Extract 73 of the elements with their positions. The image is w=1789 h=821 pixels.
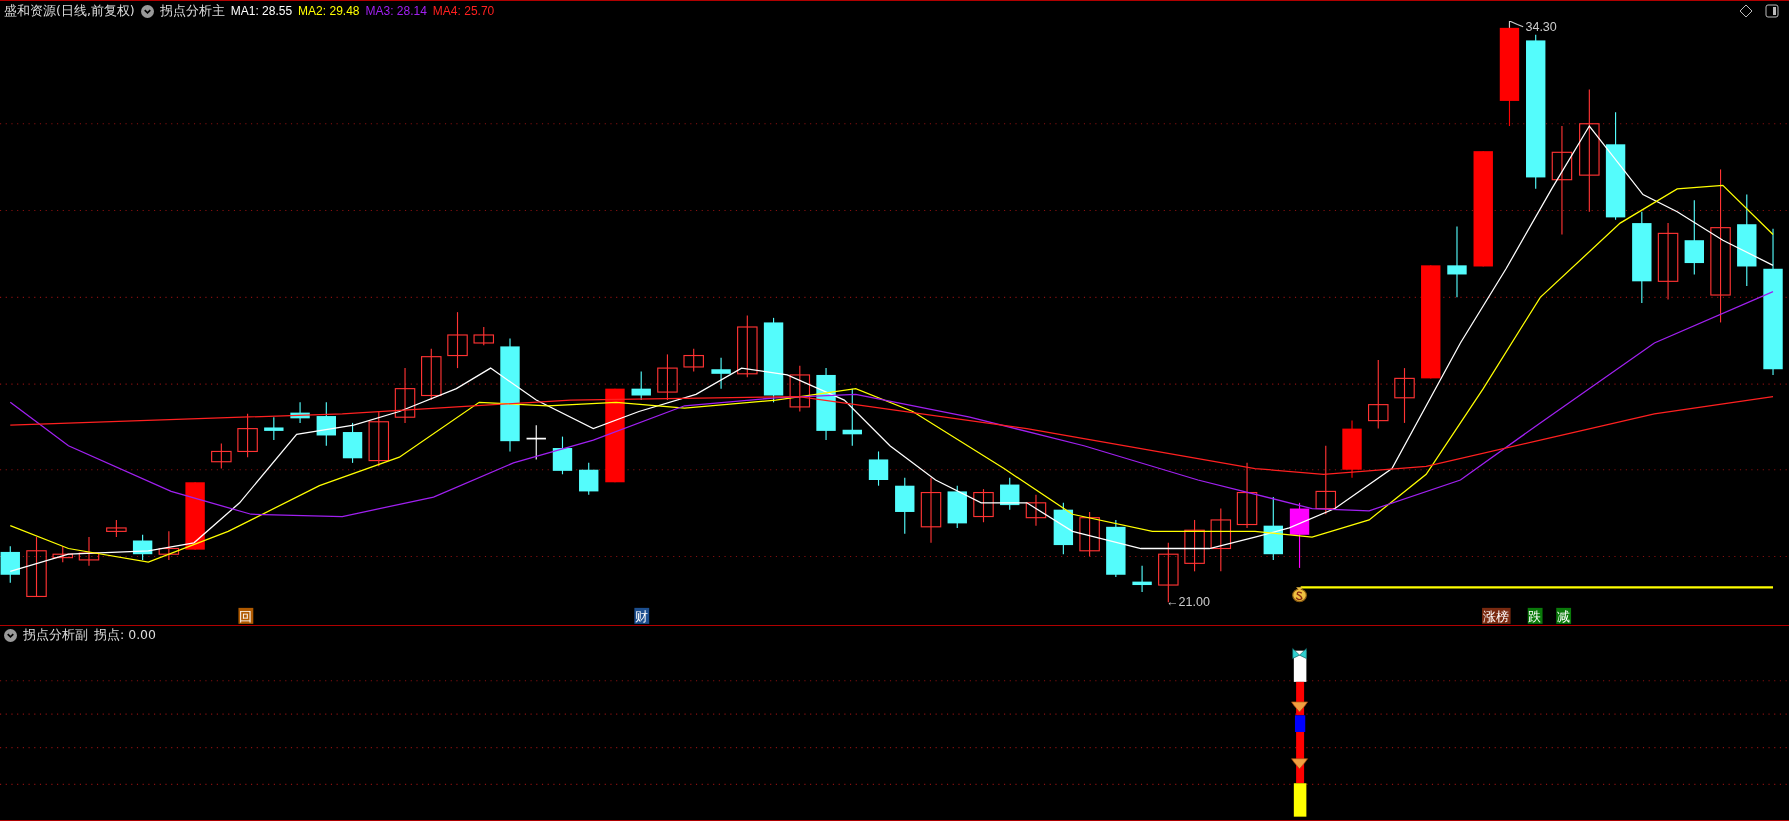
candlestick <box>1184 519 1205 572</box>
candlestick <box>1368 359 1389 430</box>
candlestick <box>1236 462 1258 529</box>
diamond-icon <box>1291 701 1308 713</box>
candlestick <box>421 348 442 401</box>
candlestick <box>789 365 811 413</box>
candlestick <box>447 311 468 369</box>
signal-tag: 回 <box>238 607 254 624</box>
candlestick <box>394 367 416 424</box>
low-price-label: ←21.00 <box>1166 594 1210 609</box>
candlestick <box>1210 507 1232 572</box>
signal-tag: 财 <box>634 607 650 624</box>
candlestick <box>947 485 967 529</box>
candlestick <box>158 530 180 561</box>
candlestick <box>711 357 731 390</box>
signal-tag: 跌 <box>1527 607 1543 624</box>
candlestick <box>1394 367 1415 424</box>
dropdown-icon[interactable] <box>4 628 17 642</box>
moving-average-value: MA4: 25.70 <box>432 4 495 18</box>
candlestick <box>368 410 390 467</box>
diamond-icon <box>1291 758 1308 770</box>
signal-tag: 涨榜 <box>1482 607 1511 624</box>
diamond-icon[interactable] <box>1739 4 1753 18</box>
candlestick <box>1289 502 1310 569</box>
candlestick <box>0 545 20 584</box>
candlestick <box>26 536 47 598</box>
candlestick <box>1106 519 1126 578</box>
moving-average-value: MA1: 28.55 <box>230 4 293 18</box>
stock-title: 盛和资源(日线,前复权) <box>4 2 135 20</box>
candlestick <box>342 422 363 464</box>
candlestick <box>132 534 153 561</box>
candlestick <box>290 401 310 424</box>
candlestick <box>1263 496 1283 561</box>
candlestick <box>868 450 889 487</box>
candlestick <box>973 488 994 523</box>
candlestick <box>78 536 100 567</box>
candlestick <box>1342 420 1362 479</box>
moving-average-value: MA3: 28.14 <box>365 4 427 18</box>
candlestick <box>631 370 651 401</box>
candlestick <box>737 315 758 378</box>
candlestick <box>237 413 258 458</box>
candlestick <box>264 416 284 441</box>
signal-tag: 减 <box>1556 607 1572 624</box>
candlestick <box>316 401 336 447</box>
candlestick <box>526 424 546 460</box>
butterfly-icon <box>1292 648 1307 659</box>
candlestick <box>1025 494 1047 527</box>
candlestick <box>1132 565 1152 593</box>
dropdown-icon[interactable] <box>140 4 154 18</box>
moving-average-value: MA2: 29.48 <box>298 4 360 18</box>
candlestick <box>52 545 73 563</box>
candlestick <box>895 477 915 535</box>
indicator-name: 拐点分析主 <box>159 2 225 20</box>
high-price-label: 34.30 <box>1525 21 1557 35</box>
candlestick <box>1315 445 1337 515</box>
candlestick <box>473 326 495 346</box>
flag-icon <box>1508 21 1524 29</box>
candlestick <box>1079 511 1100 558</box>
candlestick <box>185 481 205 551</box>
candlestick <box>579 462 599 496</box>
candlestick <box>1000 477 1020 511</box>
candlestick <box>106 519 127 538</box>
candlestick <box>1053 502 1074 555</box>
money-bag-icon <box>1292 587 1307 603</box>
indicator-name: 拐点分析副 <box>23 626 88 644</box>
panel-toggle-icon[interactable] <box>1765 4 1779 18</box>
candlestick <box>552 436 573 475</box>
candlestick <box>683 348 704 373</box>
candlestick <box>657 353 678 401</box>
candlestick <box>211 442 232 470</box>
candlestick <box>920 477 942 544</box>
indicator-reading: 拐点: 0.00 <box>94 626 157 644</box>
candlestick <box>842 388 862 447</box>
